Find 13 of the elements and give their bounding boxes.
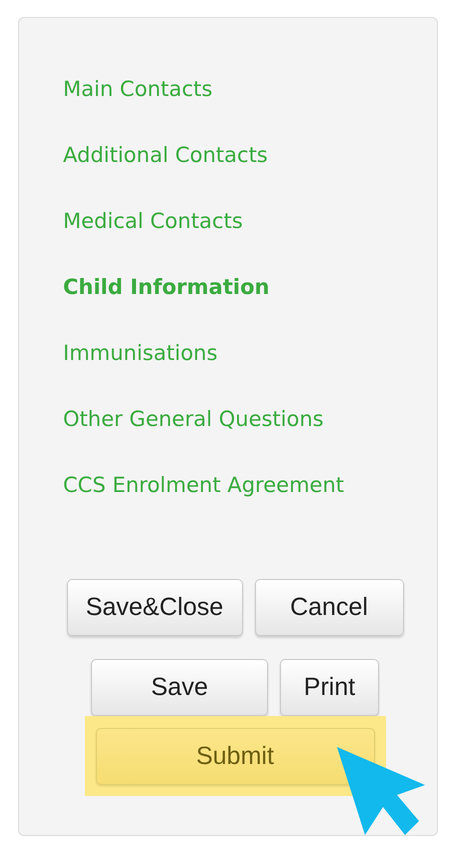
- nav-link[interactable]: Main Contacts: [63, 72, 212, 106]
- nav-link[interactable]: Immunisations: [63, 336, 218, 370]
- submit-button[interactable]: Submit: [96, 728, 374, 785]
- action-button[interactable]: Save: [91, 659, 268, 716]
- nav-link[interactable]: Other General Questions: [63, 402, 324, 436]
- nav-link[interactable]: CCS Enrolment Agreement: [63, 468, 344, 502]
- nav-link[interactable]: Additional Contacts: [63, 138, 268, 172]
- action-button[interactable]: Print: [280, 659, 379, 716]
- action-button[interactable]: Save&Close: [66, 579, 242, 636]
- nav-link[interactable]: Child Information: [63, 270, 270, 304]
- cursor-arrow-icon: [335, 745, 427, 837]
- nav-link[interactable]: Medical Contacts: [63, 204, 243, 238]
- action-button[interactable]: Cancel: [254, 579, 404, 636]
